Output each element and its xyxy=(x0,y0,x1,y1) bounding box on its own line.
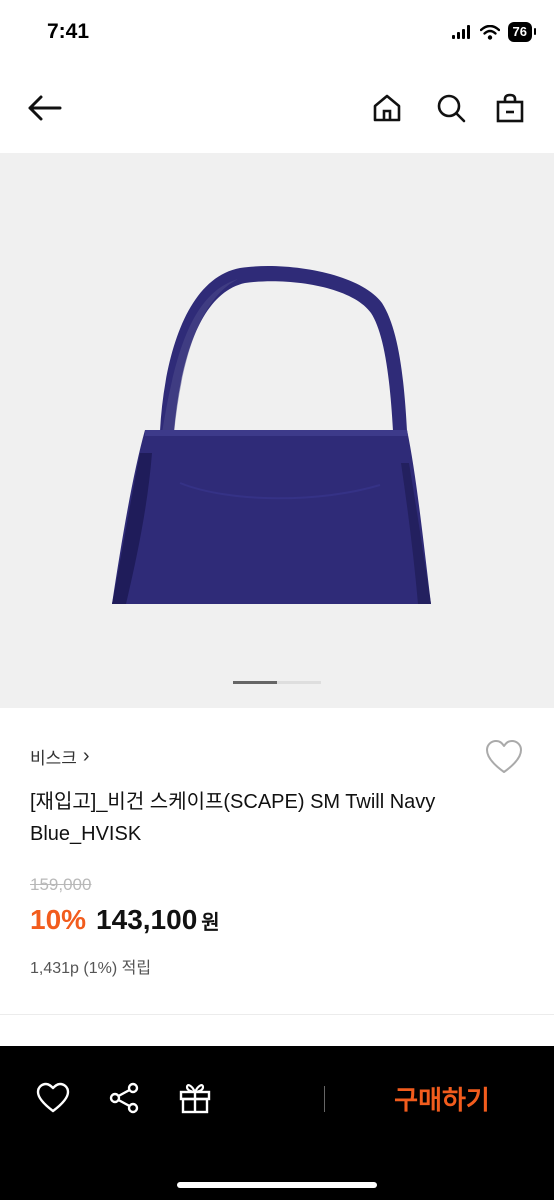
wishlist-button[interactable] xyxy=(484,738,524,778)
home-icon xyxy=(373,94,401,122)
search-icon xyxy=(437,94,466,123)
shopping-bag-icon xyxy=(496,93,524,123)
heart-icon xyxy=(486,740,522,773)
brand-link[interactable]: 비스크 › xyxy=(30,744,90,769)
product-title: [재입고]_비건 스케이프(SCAPE) SM Twill Navy Blue_… xyxy=(30,791,436,845)
original-price: 159,000 xyxy=(30,875,92,894)
battery-indicator: 76 xyxy=(507,22,537,42)
heart-icon xyxy=(36,1082,70,1113)
chevron-right-icon: › xyxy=(82,745,90,767)
cart-button[interactable] xyxy=(490,88,530,128)
image-page-indicator xyxy=(233,681,321,684)
status-bar: 7:41 76 xyxy=(0,0,554,70)
signal-icon xyxy=(451,25,470,39)
gift-icon xyxy=(179,1084,211,1114)
bottom-wishlist-button[interactable] xyxy=(31,1076,75,1120)
search-button[interactable] xyxy=(431,88,471,128)
currency-label: 원 xyxy=(201,912,220,934)
share-button[interactable] xyxy=(102,1076,146,1120)
arrow-left-icon xyxy=(28,95,62,121)
buy-button[interactable]: 구매하기 xyxy=(330,1076,554,1120)
discount-rate: 10% xyxy=(30,904,87,935)
bottom-action-bar: 구매하기 xyxy=(0,1046,554,1200)
brand-name: 비스크 xyxy=(30,749,77,768)
bottom-bar-separator xyxy=(324,1086,325,1112)
home-indicator[interactable] xyxy=(177,1182,377,1188)
home-button[interactable] xyxy=(367,88,407,128)
status-time: 7:41 xyxy=(47,20,90,43)
wifi-icon xyxy=(479,24,500,40)
product-image xyxy=(112,266,431,604)
price-row: 10% 143,100 원 xyxy=(30,904,220,936)
image-page-indicator-active xyxy=(233,681,277,684)
gift-button[interactable] xyxy=(173,1076,217,1120)
back-button[interactable] xyxy=(24,88,64,128)
sale-price: 143,100 xyxy=(96,904,198,935)
share-icon xyxy=(109,1082,139,1114)
status-icons: 76 xyxy=(451,22,537,42)
divider xyxy=(0,1014,554,1015)
nav-bar xyxy=(0,72,554,148)
product-image-carousel[interactable] xyxy=(0,153,554,708)
reward-points: 1,431p (1%) 적립 xyxy=(30,960,152,977)
